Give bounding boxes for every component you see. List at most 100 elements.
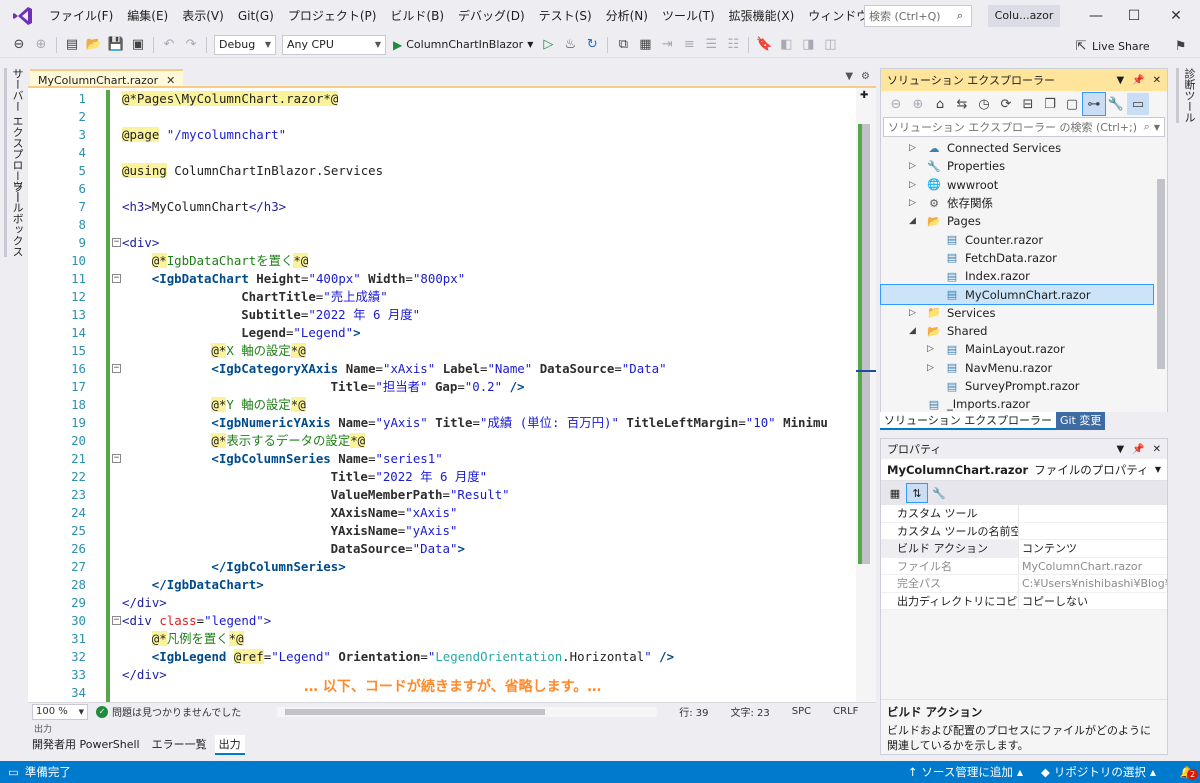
solution-explorer-tab[interactable]: ソリューション エクスプローラー — [880, 412, 1056, 430]
scroll-thumb[interactable] — [1157, 179, 1165, 369]
live-share-button[interactable]: ⇱ Live Share ⚑ — [1070, 35, 1192, 57]
expanded-arrow-icon[interactable]: ◢ — [909, 326, 916, 336]
show-all-files-icon[interactable]: ❐ — [1039, 93, 1061, 115]
tree-item[interactable]: ▤ MyColumnChart.razor — [880, 284, 1154, 305]
collapsed-arrow-icon[interactable]: ▷ — [927, 363, 934, 373]
column-indicator[interactable]: 文字: 23 — [730, 704, 769, 719]
property-row[interactable]: 出力ディレクトリにコピー コピーしない — [881, 592, 1167, 610]
tree-item[interactable]: ▷ 📁 Services — [881, 304, 1153, 322]
pin-icon[interactable]: 📌 — [1132, 444, 1144, 455]
collapse-all-icon[interactable]: ⊟ — [1017, 93, 1039, 115]
preview-selected-icon[interactable]: ▭ — [1127, 93, 1149, 115]
bookmark-prev-icon[interactable]: ◧ — [775, 34, 797, 56]
property-row[interactable]: カスタム ツール — [881, 505, 1167, 523]
close-icon[interactable]: ✕ — [166, 74, 175, 87]
menu-item[interactable]: ツール(T) — [655, 4, 722, 28]
pending-changes-icon[interactable]: ◷ — [973, 93, 995, 115]
search-input[interactable]: 検索 (Ctrl+Q) ⌕ — [864, 5, 972, 27]
collapsed-arrow-icon[interactable]: ▷ — [909, 143, 916, 153]
forward-icon[interactable]: ⊕ — [30, 34, 52, 56]
source-control-button[interactable]: ↑ ソース管理に追加 ▲ — [908, 764, 1023, 780]
tree-item[interactable]: ◢ 📂 Shared — [881, 322, 1153, 340]
sync-icon[interactable]: ⟳ — [995, 93, 1017, 115]
chevron-down-icon[interactable]: ▼ — [845, 71, 853, 82]
fold-toggle-icon[interactable]: − — [112, 616, 121, 625]
tree-item[interactable]: ▤ SurveyPrompt.razor — [881, 377, 1153, 395]
close-button[interactable]: ✕ — [1156, 0, 1196, 32]
hot-reload-icon[interactable]: ♨ — [559, 34, 581, 56]
menu-item[interactable]: デバッグ(D) — [451, 4, 532, 28]
tree-item[interactable]: ▷ ▤ MainLayout.razor — [881, 340, 1153, 358]
collapsed-arrow-icon[interactable]: ▷ — [927, 344, 934, 354]
collapsed-arrow-icon[interactable]: ▷ — [909, 198, 916, 208]
undo-icon[interactable]: ↶ — [158, 34, 180, 56]
alphabetical-icon[interactable]: ⇅ — [906, 483, 928, 503]
bookmark-clear-icon[interactable]: ◫ — [819, 34, 841, 56]
preview-icon[interactable]: ▢ — [1061, 93, 1083, 115]
property-row[interactable]: ファイル名 MyColumnChart.razor — [881, 557, 1167, 575]
forward-icon[interactable]: ⊕ — [907, 93, 929, 115]
chevron-down-icon[interactable]: ▼ — [1154, 123, 1160, 132]
step-icon[interactable]: ⇥ — [656, 34, 678, 56]
expanded-arrow-icon[interactable]: ◢ — [909, 216, 916, 226]
menu-item[interactable]: 表示(V) — [175, 4, 231, 28]
feedback-icon[interactable]: ⚑ — [1170, 35, 1192, 57]
toolbox-tab[interactable]: ツールボックス — [4, 180, 25, 257]
menu-item[interactable]: ビルド(B) — [383, 4, 451, 28]
run-button[interactable]: ▶ ColumnChartInBlazor ▼ — [393, 38, 533, 52]
collapsed-arrow-icon[interactable]: ▷ — [909, 161, 916, 171]
property-value[interactable] — [1019, 505, 1167, 522]
platform-select[interactable]: Any CPU ▼ — [282, 34, 386, 55]
repository-button[interactable]: ◆ リポジトリの選択 ▲ — [1041, 764, 1156, 780]
property-value[interactable]: コンテンツ — [1019, 540, 1167, 557]
tree-item[interactable]: ▤ _Imports.razor — [881, 395, 1153, 413]
code-editor[interactable]: 1 @*Pages\MyColumnChart.razor*@ 2 3 @page "/… — [28, 86, 876, 706]
menu-item[interactable]: テスト(S) — [532, 4, 599, 28]
menu-item[interactable]: プロジェクト(P) — [281, 4, 384, 28]
tree-item[interactable]: ▤ Counter.razor — [881, 230, 1153, 248]
diagnostic-tools-tab[interactable]: 診断ツール — [1176, 68, 1197, 123]
start-without-debug-icon[interactable]: ▷ — [537, 34, 559, 56]
bookmark-icon[interactable]: 🔖 — [753, 34, 775, 56]
tree-item[interactable]: ▷ ▤ NavMenu.razor — [881, 359, 1153, 377]
chevron-down-icon[interactable]: ▼ — [1116, 75, 1124, 86]
property-row[interactable]: 完全パスC:¥Users¥nishibashi¥Blog¥Co — [881, 575, 1167, 593]
notifications-button[interactable]: 🔔 2 — [1174, 761, 1200, 783]
back-icon[interactable]: ⊖ — [8, 34, 30, 56]
maximize-button[interactable]: ☐ — [1114, 0, 1154, 32]
split-icon[interactable]: ✚ — [860, 90, 868, 101]
solution-explorer-tab[interactable]: Git 変更 — [1055, 412, 1106, 430]
tree-item[interactable]: ▷ ⚙ 依存関係 — [881, 194, 1153, 212]
editor-horizontal-scrollbar[interactable] — [277, 706, 658, 717]
filter-icon[interactable]: ⊶ — [1082, 92, 1106, 116]
property-row[interactable]: ビルド アクション コンテンツ — [881, 540, 1167, 558]
whitespace-indicator[interactable]: SPC — [792, 706, 811, 717]
categorized-icon[interactable]: ▦ — [885, 484, 905, 502]
solution-scrollbar[interactable] — [1155, 139, 1167, 407]
tree-item[interactable]: ▷ 🌐 wwwroot — [881, 176, 1153, 194]
fold-toggle-icon[interactable]: − — [112, 364, 121, 373]
menu-item[interactable]: 編集(E) — [120, 4, 175, 28]
solution-search-input[interactable]: ソリューション エクスプローラー の検索 (Ctrl+;) ⌕ ▼ — [883, 117, 1165, 137]
editor-vertical-scrollbar[interactable]: ✚ — [856, 88, 876, 706]
switch-view-icon[interactable]: ⇆ — [951, 93, 973, 115]
menu-item[interactable]: Git(G) — [231, 4, 281, 28]
refresh-icon[interactable]: ↻ — [581, 34, 603, 56]
bottom-tab[interactable]: 開発者用 PowerShell — [28, 735, 144, 755]
tree-item[interactable]: ▤ FetchData.razor — [881, 249, 1153, 267]
solution-name-badge[interactable]: Colu...azor — [988, 5, 1060, 27]
line-ending-indicator[interactable]: CRLF — [833, 706, 858, 717]
scroll-thumb[interactable] — [285, 708, 546, 715]
browser-link-icon[interactable]: ⧉ — [612, 34, 634, 56]
menu-item[interactable]: ファイル(F) — [42, 4, 120, 28]
minimize-button[interactable]: — — [1076, 0, 1116, 32]
chevron-down-icon[interactable]: ▼ — [1116, 444, 1124, 455]
zoom-select[interactable]: 100 % ▼ — [32, 703, 88, 720]
line-indicator[interactable]: 行: 39 — [679, 704, 708, 719]
uncomment-icon[interactable]: ☷ — [722, 34, 744, 56]
issues-indicator[interactable]: ✓ 問題は見つかりませんでした — [96, 704, 241, 719]
new-project-icon[interactable]: ▤ — [61, 34, 83, 56]
align-icon[interactable]: ≡ — [678, 34, 700, 56]
layout-icon[interactable]: ▦ — [634, 34, 656, 56]
bottom-tab[interactable]: 出力 — [214, 735, 245, 755]
